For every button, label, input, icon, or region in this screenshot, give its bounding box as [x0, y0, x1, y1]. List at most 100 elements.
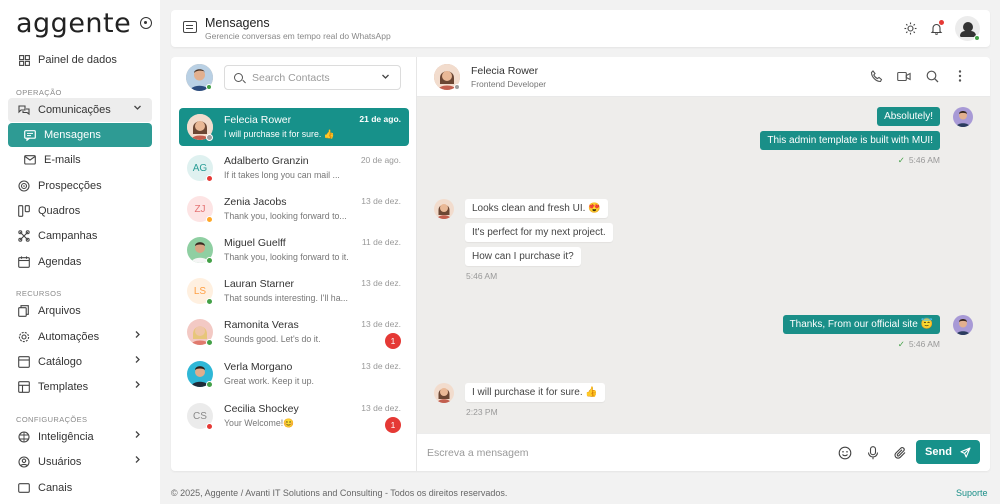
- unread-badge: 1: [385, 417, 401, 433]
- contact-item[interactable]: Miguel Guelff Thank you, looking forward…: [179, 231, 409, 269]
- attachment-icon[interactable]: [893, 445, 908, 460]
- message-meta: ✓ 5:46 AM: [898, 339, 940, 350]
- target-icon: [18, 180, 30, 192]
- theme-toggle-icon[interactable]: [902, 20, 918, 36]
- contact-last-message: That sounds interesting. I'll ha...: [224, 293, 348, 303]
- contact-last-message: Thank you, looking forward to...: [224, 211, 347, 221]
- message-composer[interactable]: Escreva a mensagem Send: [417, 433, 990, 471]
- nav-dashboard[interactable]: Painel de dados: [8, 48, 152, 72]
- contact-item[interactable]: Ramonita Veras Sounds good. Let's do it.…: [179, 313, 409, 351]
- nav-channels[interactable]: Canais: [8, 476, 152, 500]
- contact-status: [206, 298, 213, 305]
- nav-campaigns[interactable]: Campanhas: [8, 224, 152, 248]
- contact-date: 13 de dez.: [361, 403, 401, 413]
- chevron-down-icon: [133, 103, 142, 112]
- message-list: Absolutely! This admin template is built…: [417, 97, 990, 433]
- nav-channels-label: Canais: [38, 482, 73, 494]
- nav-automations[interactable]: Automações: [8, 325, 152, 349]
- bell-icon[interactable]: [928, 20, 944, 36]
- contact-date: 13 de dez.: [361, 361, 401, 371]
- message-time: 2:23 PM: [466, 407, 498, 417]
- gear-icon: [18, 331, 30, 343]
- read-check-icon: ✓: [897, 155, 905, 165]
- contact-item[interactable]: Felecia Rower I will purchase it for sur…: [179, 108, 409, 146]
- phone-icon[interactable]: [869, 69, 883, 83]
- nav-templates[interactable]: Templates: [8, 375, 152, 399]
- contact-item[interactable]: LS Lauran Starner That sounds interestin…: [179, 272, 409, 310]
- chat-contact-role: Frontend Developer: [471, 79, 547, 89]
- chevron-right-icon: [133, 355, 142, 364]
- user-avatar[interactable]: [955, 16, 980, 41]
- search-input[interactable]: Search Contacts: [224, 65, 401, 90]
- nav-messages[interactable]: Mensagens: [8, 123, 152, 147]
- chat-panel: Search Contacts Felecia Rower I will pur…: [171, 57, 990, 471]
- contact-date: 21 de ago.: [359, 114, 401, 124]
- mail-icon: [24, 154, 36, 166]
- message-bubble-out: Thanks, From our official site 😇: [782, 315, 940, 334]
- sidebar-toggle-icon[interactable]: [140, 17, 152, 29]
- message-bubble-in: It's perfect for my next project.: [465, 223, 613, 242]
- contact-name: Ramonita Veras: [224, 319, 299, 331]
- message-time: 5:46 AM: [908, 155, 940, 165]
- contact-status: [206, 381, 213, 388]
- contact-date: 20 de ago.: [360, 155, 401, 165]
- contact-name: Verla Morgano: [224, 361, 293, 373]
- microphone-icon[interactable]: [865, 445, 880, 460]
- contact-status: [206, 423, 213, 430]
- nav-schedules-label: Agendas: [38, 256, 82, 268]
- unread-badge: 1: [385, 333, 401, 349]
- nav-catalog[interactable]: Catálogo: [8, 350, 152, 374]
- contact-name: Cecilia Shockey: [224, 403, 299, 415]
- chevron-down-icon[interactable]: [381, 72, 390, 81]
- contact-name: Lauran Starner: [224, 278, 295, 290]
- contact-last-message: If it takes long you can mail ...: [224, 170, 340, 180]
- chat-pane: Felecia Rower Frontend Developer Absolut…: [417, 57, 990, 471]
- my-message-avatar: [953, 315, 973, 335]
- more-vertical-icon[interactable]: [953, 69, 967, 83]
- message-icon: [24, 129, 36, 141]
- nav-users[interactable]: Usuários: [8, 450, 152, 474]
- chevron-right-icon: [133, 430, 142, 439]
- chat-contact-status: [454, 84, 460, 90]
- message-bubble-out: This admin template is built with MUI!: [760, 131, 940, 150]
- page-subtitle: Gerencie conversas em tempo real do What…: [205, 31, 391, 41]
- nav-prospects[interactable]: Prospecções: [8, 174, 152, 198]
- footer-support-link[interactable]: Suporte: [956, 488, 988, 498]
- nav-automations-label: Automações: [38, 331, 100, 343]
- contact-last-message: Great work. Keep it up.: [224, 376, 314, 386]
- search-placeholder: Search Contacts: [252, 71, 330, 84]
- contact-name: Felecia Rower: [224, 114, 292, 126]
- files-icon: [18, 305, 30, 317]
- contact-status: [206, 216, 213, 223]
- contacts-pane: Search Contacts Felecia Rower I will pur…: [171, 57, 417, 471]
- contact-date: 13 de dez.: [361, 319, 401, 329]
- contact-item[interactable]: Verla Morgano Great work. Keep it up. 13…: [179, 355, 409, 393]
- contact-item[interactable]: ZJ Zenia Jacobs Thank you, looking forwa…: [179, 190, 409, 228]
- nav-schedules[interactable]: Agendas: [8, 250, 152, 274]
- search-icon[interactable]: [925, 69, 939, 83]
- contact-item[interactable]: CS Cecilia Shockey Your Welcome!😊 13 de …: [179, 397, 409, 435]
- contact-name: Miguel Guelff: [224, 237, 286, 249]
- chat-header: Felecia Rower Frontend Developer: [417, 57, 990, 97]
- send-button[interactable]: Send: [916, 440, 980, 464]
- emoji-icon[interactable]: [837, 445, 852, 460]
- nav-emails[interactable]: E-mails: [8, 148, 152, 172]
- contact-item[interactable]: AG Adalberto Granzin If it takes long yo…: [179, 149, 409, 187]
- chat-contact-name: Felecia Rower: [471, 65, 539, 77]
- nav-emails-label: E-mails: [44, 154, 81, 166]
- catalog-icon: [18, 356, 30, 368]
- nav-boards[interactable]: Quadros: [8, 199, 152, 223]
- nav-communications[interactable]: Comunicações: [8, 98, 152, 122]
- message-time: 5:46 AM: [908, 339, 940, 349]
- message-time: 5:46 AM: [466, 271, 498, 281]
- contact-last-message: Your Welcome!😊: [224, 418, 295, 428]
- nav-intelligence-label: Inteligência: [38, 431, 94, 443]
- logo: aggente: [16, 7, 132, 39]
- video-icon[interactable]: [897, 69, 911, 83]
- nav-catalog-label: Catálogo: [38, 356, 83, 368]
- nav-intelligence[interactable]: Inteligência: [8, 425, 152, 449]
- logo-row: aggente: [16, 6, 152, 40]
- nav-files[interactable]: Arquivos: [8, 299, 152, 323]
- contact-name: Zenia Jacobs: [224, 196, 287, 208]
- contact-message-avatar: [434, 383, 454, 403]
